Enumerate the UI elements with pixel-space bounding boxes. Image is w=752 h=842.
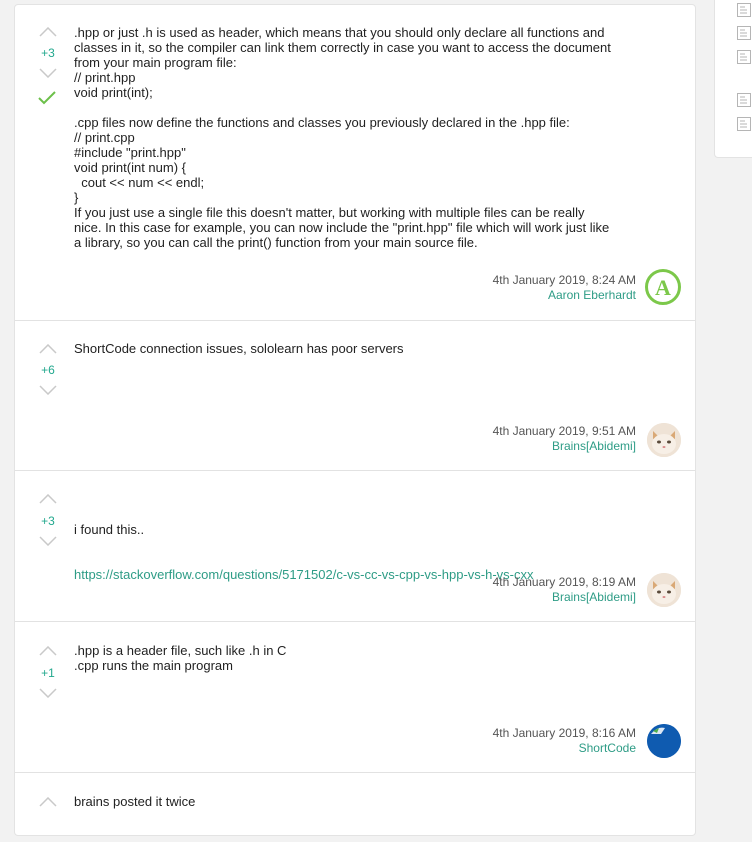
author-link[interactable]: ShortCode xyxy=(493,741,636,756)
avatar[interactable]: A xyxy=(645,269,681,305)
author-link[interactable]: Brains[Abidemi] xyxy=(493,590,636,605)
vote-count: +3 xyxy=(41,46,55,60)
upvote-button[interactable] xyxy=(39,646,57,656)
avatar[interactable] xyxy=(647,724,681,758)
upvote-button[interactable] xyxy=(39,27,57,37)
downvote-button[interactable] xyxy=(39,68,57,78)
answer-meta: 4th January 2019, 8:19 AM Brains[Abidemi… xyxy=(493,575,636,605)
vote-widget: +1 xyxy=(35,646,61,706)
author-link[interactable]: Aaron Eberhardt xyxy=(493,288,636,303)
answer-date: 4th January 2019, 8:16 AM xyxy=(492,726,636,740)
answer-item: brains posted it twice xyxy=(15,772,695,842)
vote-widget xyxy=(35,797,61,817)
answer-item: +3 .hpp or just .h is used as header, wh… xyxy=(15,5,695,321)
vote-count: +6 xyxy=(41,363,55,377)
document-icon[interactable] xyxy=(736,25,752,41)
answer-date: 4th January 2019, 8:19 AM xyxy=(492,575,636,589)
svg-text:A: A xyxy=(655,275,671,300)
answer-text-line: i found this.. xyxy=(74,522,145,537)
vote-count: +3 xyxy=(41,514,55,528)
upvote-button[interactable] xyxy=(39,344,57,354)
side-panel xyxy=(714,0,752,158)
downvote-button[interactable] xyxy=(39,385,57,395)
answer-item: +3 i found this.. https://stackoverflow.… xyxy=(15,470,695,622)
answer-text: ShortCode connection issues, sololearn h… xyxy=(74,341,404,356)
avatar[interactable] xyxy=(647,573,681,607)
downvote-button[interactable] xyxy=(39,536,57,546)
vote-count: +1 xyxy=(41,666,55,680)
answer-date: 4th January 2019, 8:24 AM xyxy=(492,273,636,287)
vote-widget: +6 xyxy=(35,344,61,404)
cat-avatar-icon xyxy=(647,573,681,607)
answer-meta: 4th January 2019, 8:16 AM ShortCode xyxy=(493,726,636,756)
answer-meta: 4th January 2019, 8:24 AM Aaron Eberhard… xyxy=(493,273,636,303)
document-icon[interactable] xyxy=(736,2,752,18)
avatar[interactable] xyxy=(647,423,681,457)
cat-avatar-icon xyxy=(647,423,681,457)
vote-widget: +3 xyxy=(35,494,61,554)
answer-item: +1 .hpp is a header file, such like .h i… xyxy=(15,621,695,773)
document-icon[interactable] xyxy=(736,116,752,132)
answer-item: +6 ShortCode connection issues, sololear… xyxy=(15,320,695,471)
upvote-button[interactable] xyxy=(39,494,57,504)
answer-date: 4th January 2019, 9:51 AM xyxy=(492,424,636,438)
answer-meta: 4th January 2019, 9:51 AM Brains[Abidemi… xyxy=(493,424,636,454)
answers-card: +3 .hpp or just .h is used as header, wh… xyxy=(14,4,696,836)
downvote-button[interactable] xyxy=(39,688,57,698)
author-link[interactable]: Brains[Abidemi] xyxy=(493,439,636,454)
answer-text: .hpp or just .h is used as header, which… xyxy=(74,25,611,250)
avatar-letter-icon: A xyxy=(655,275,671,300)
vote-widget: +3 xyxy=(35,27,61,107)
document-icon[interactable] xyxy=(736,92,752,108)
answer-text: brains posted it twice xyxy=(74,794,196,809)
document-icon[interactable] xyxy=(736,49,752,65)
globe-avatar-icon xyxy=(647,724,681,758)
accepted-check-icon xyxy=(38,91,56,110)
answer-text: .hpp is a header file, such like .h in C… xyxy=(74,643,287,673)
